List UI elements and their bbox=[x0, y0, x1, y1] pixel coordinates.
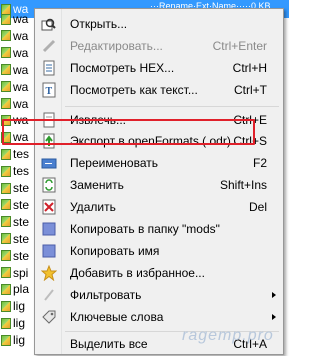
menu-item-add-favorite[interactable]: Добавить в избранное... bbox=[37, 262, 281, 284]
menu-item-shortcut: Ctrl+T bbox=[234, 83, 267, 97]
file-icon bbox=[1, 199, 11, 211]
folder-open-icon bbox=[41, 16, 57, 32]
delete-icon bbox=[41, 199, 57, 215]
star-icon bbox=[41, 265, 57, 281]
file-icon bbox=[1, 317, 11, 329]
menu-item-label: Посмотреть HEX... bbox=[70, 61, 175, 75]
menu-item-shortcut: Del bbox=[248, 200, 267, 214]
menu-item-edit[interactable]: Редактировать... Ctrl+Enter bbox=[37, 35, 281, 57]
file-icon bbox=[1, 233, 11, 245]
menu-item-label: Выделить все bbox=[70, 337, 148, 351]
menu-item-filter[interactable]: Фильтровать bbox=[37, 284, 281, 306]
file-icon bbox=[1, 30, 11, 42]
menu-separator bbox=[65, 106, 279, 107]
menu-item-label: Удалить bbox=[70, 200, 116, 214]
menu-item-shortcut: Ctrl+Enter bbox=[212, 39, 267, 53]
menu-item-label: Заменить bbox=[70, 178, 124, 192]
file-icon bbox=[1, 267, 11, 278]
menu-item-view-text[interactable]: T Посмотреть как текст... Ctrl+T bbox=[37, 79, 281, 101]
menu-item-copy-to-mods[interactable]: Копировать в папку "mods" bbox=[37, 218, 281, 240]
export-highlight-box bbox=[2, 119, 255, 145]
submenu-arrow-icon bbox=[272, 292, 276, 298]
file-icon bbox=[1, 283, 11, 295]
menu-item-replace[interactable]: Заменить Shift+Ins bbox=[37, 174, 281, 196]
file-icon bbox=[1, 148, 11, 160]
copy-to-folder-icon bbox=[41, 221, 57, 237]
menu-item-keywords[interactable]: Ключевые слова bbox=[37, 306, 281, 328]
file-icon bbox=[1, 47, 11, 59]
file-icon bbox=[1, 81, 11, 93]
filter-icon bbox=[41, 287, 57, 303]
menu-item-label: Редактировать... bbox=[70, 39, 163, 53]
menu-item-copy-name[interactable]: Копировать имя bbox=[37, 240, 281, 262]
file-icon bbox=[1, 182, 11, 194]
file-icon bbox=[1, 216, 11, 228]
menu-item-label: Посмотреть как текст... bbox=[70, 83, 198, 97]
tag-icon bbox=[41, 309, 57, 325]
text-document-icon: T bbox=[41, 82, 57, 98]
replace-icon bbox=[41, 177, 57, 193]
context-menu: Открыть... Редактировать... Ctrl+Enter П… bbox=[34, 8, 284, 355]
file-icon bbox=[1, 64, 11, 76]
menu-item-shortcut: Ctrl+H bbox=[232, 61, 267, 75]
pencil-icon bbox=[41, 38, 57, 54]
rename-icon bbox=[41, 155, 57, 171]
watermark: ragemp.pro bbox=[182, 327, 274, 344]
svg-text:T: T bbox=[46, 86, 53, 97]
file-icon bbox=[1, 334, 11, 346]
file-icon bbox=[1, 250, 11, 262]
file-icon bbox=[1, 98, 11, 109]
menu-item-label: Добавить в избранное... bbox=[70, 266, 205, 280]
menu-item-label: Открыть... bbox=[70, 17, 128, 31]
menu-item-label: Копировать имя bbox=[70, 244, 160, 258]
file-icon bbox=[1, 165, 11, 177]
menu-item-rename[interactable]: Переименовать F2 bbox=[37, 152, 281, 174]
menu-item-label: Копировать в папку "mods" bbox=[70, 222, 220, 236]
menu-item-label: Фильтровать bbox=[70, 288, 142, 302]
menu-item-label: Переименовать bbox=[70, 156, 158, 170]
menu-item-view-hex[interactable]: Посмотреть HEX... Ctrl+H bbox=[37, 57, 281, 79]
menu-item-shortcut: Shift+Ins bbox=[219, 178, 267, 192]
menu-item-shortcut: F2 bbox=[252, 156, 267, 170]
menu-item-open[interactable]: Открыть... bbox=[37, 13, 281, 35]
menu-item-label: Ключевые слова bbox=[70, 310, 164, 324]
file-icon bbox=[1, 13, 11, 25]
submenu-arrow-icon bbox=[272, 314, 276, 320]
menu-item-delete[interactable]: Удалить Del bbox=[37, 196, 281, 218]
hex-document-icon bbox=[41, 60, 57, 76]
file-icon bbox=[1, 300, 11, 312]
copy-name-icon bbox=[41, 243, 57, 259]
